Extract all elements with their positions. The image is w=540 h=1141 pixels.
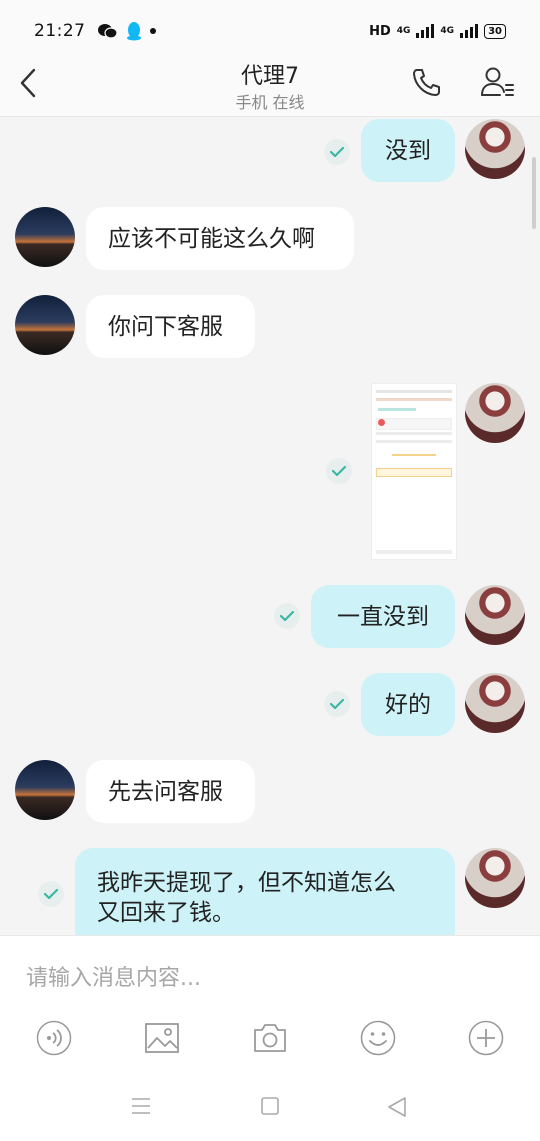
notification-dot-icon — [149, 28, 156, 34]
contact-status: 手机 在线 — [235, 93, 305, 112]
chat-header: 代理7 手机 在线 — [0, 52, 540, 117]
scrollbar[interactable] — [532, 157, 536, 229]
home-nav-icon[interactable] — [260, 1096, 280, 1116]
read-check-icon — [324, 691, 350, 717]
message-bubble[interactable]: 我昨天提现了，但不知道怎么 又回来了钱。 — [75, 848, 455, 935]
back-nav-icon[interactable] — [386, 1096, 408, 1118]
read-check-icon — [324, 139, 350, 165]
plus-icon[interactable] — [468, 1020, 504, 1056]
read-check-icon — [274, 603, 300, 629]
battery-icon: 30 — [484, 23, 506, 39]
contact-name: 代理7 — [241, 64, 299, 89]
message-bubble[interactable]: 好的 — [361, 673, 455, 736]
camera-icon[interactable] — [252, 1020, 288, 1056]
my-avatar[interactable] — [465, 673, 525, 733]
voice-icon[interactable] — [36, 1020, 72, 1056]
message-list[interactable]: 没到 应该不可能这么久啊 你问下客服 一直没到 好的 先去问客服 我昨天提现了，… — [0, 117, 540, 935]
phone-call-icon[interactable] — [410, 66, 442, 98]
signal-label-2: 4G — [440, 26, 455, 36]
read-check-icon — [38, 881, 64, 907]
image-message[interactable] — [371, 383, 457, 560]
signal-label-1: 4G — [396, 26, 411, 36]
wechat-icon — [97, 24, 118, 39]
my-avatar[interactable] — [465, 848, 525, 908]
message-input[interactable]: 请输入消息内容... — [26, 960, 201, 992]
contact-info-icon[interactable] — [480, 66, 514, 98]
hd-label: HD — [369, 23, 391, 39]
message-bubble[interactable]: 应该不可能这么久啊 — [86, 207, 354, 270]
menu-nav-icon[interactable] — [131, 1096, 151, 1116]
message-bubble[interactable]: 你问下客服 — [86, 295, 255, 358]
contact-avatar[interactable] — [15, 207, 75, 267]
image-icon[interactable] — [144, 1020, 180, 1056]
signal-icon-2 — [460, 24, 479, 38]
status-time: 21:27 — [34, 21, 86, 41]
contact-avatar[interactable] — [15, 760, 75, 820]
qq-icon — [126, 22, 141, 41]
message-bubble[interactable]: 一直没到 — [311, 585, 455, 648]
contact-avatar[interactable] — [15, 295, 75, 355]
my-avatar[interactable] — [465, 119, 525, 179]
signal-icon-1 — [416, 24, 435, 38]
my-avatar[interactable] — [465, 383, 525, 443]
emoji-icon[interactable] — [360, 1020, 396, 1056]
message-bubble[interactable]: 先去问客服 — [86, 760, 255, 823]
read-check-icon — [326, 458, 352, 484]
my-avatar[interactable] — [465, 585, 525, 645]
message-bubble[interactable]: 没到 — [361, 119, 455, 182]
